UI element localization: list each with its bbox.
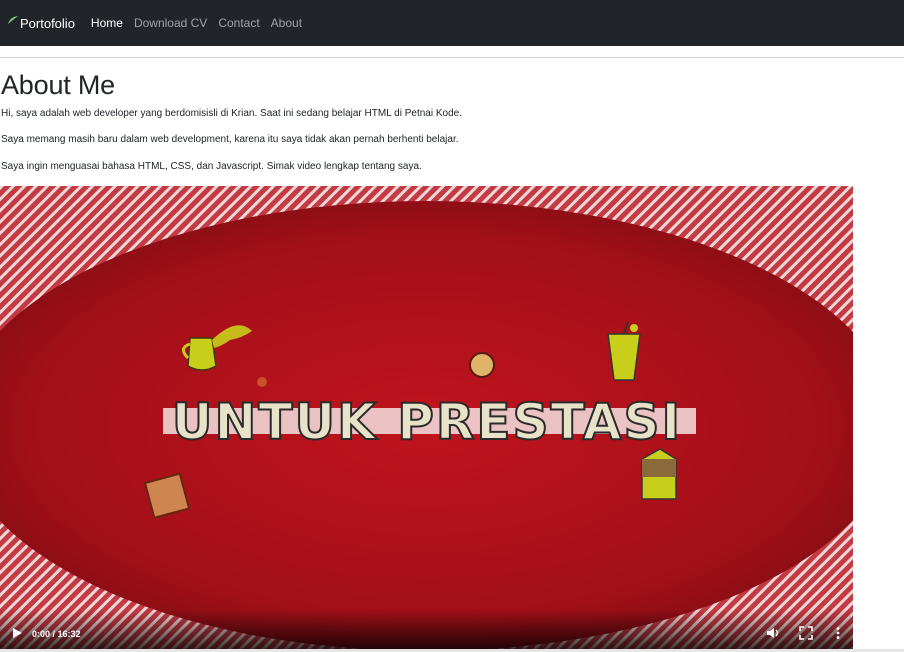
nav-home[interactable]: Home	[91, 16, 123, 30]
video-frame: UNTUK PRESTASI	[0, 186, 853, 649]
video-player[interactable]: UNTUK PRESTASI 0:00 / 16:32	[0, 186, 853, 649]
small-dot	[257, 377, 267, 387]
fullscreen-icon[interactable]	[799, 626, 813, 640]
navbar: Portofolio Home Download CV Contact Abou…	[0, 0, 904, 46]
nav-links: Home Download CV Contact About	[91, 16, 313, 30]
volume-icon[interactable]	[766, 626, 780, 640]
video-controls: 0:00 / 16:32	[0, 609, 853, 649]
brand-link[interactable]: Portofolio	[7, 16, 75, 31]
about-paragraph-2: Saya memang masih baru dalam web develop…	[1, 134, 459, 145]
page-title: About Me	[1, 70, 115, 100]
orange-circle	[469, 352, 495, 378]
play-icon[interactable]	[10, 626, 24, 640]
section-divider	[0, 57, 904, 58]
video-time: 0:00 / 16:32	[32, 629, 81, 639]
brand-leaf-icon	[8, 16, 18, 24]
nav-contact[interactable]: Contact	[218, 16, 259, 30]
carton-illustration	[641, 448, 677, 500]
nav-download-cv[interactable]: Download CV	[134, 16, 207, 30]
video-title-text: UNTUK PRESTASI	[172, 393, 682, 451]
about-paragraph-1: Hi, saya adalah web developer yang berdo…	[1, 108, 463, 119]
about-paragraph-3: Saya ingin menguasai bahasa HTML, CSS, d…	[1, 161, 422, 172]
brand-label: Portofolio	[20, 15, 75, 31]
cracker-illustration	[143, 472, 191, 519]
nav-about[interactable]: About	[271, 16, 302, 30]
more-options-icon[interactable]	[831, 626, 845, 640]
